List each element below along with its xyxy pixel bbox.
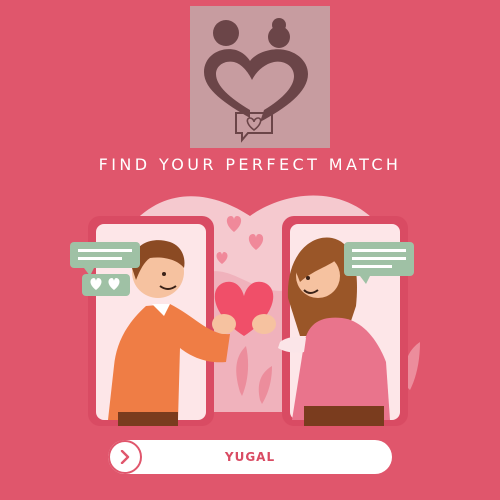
- couple-illustration: [70, 195, 420, 426]
- chevron-right-icon[interactable]: [108, 440, 142, 474]
- app-logo: [190, 6, 330, 148]
- logo-graphic: [204, 18, 308, 143]
- person-icon: [268, 18, 290, 48]
- chat-hearts-bubble-icon: [82, 274, 130, 296]
- yugal-button-label[interactable]: YUGAL: [108, 440, 392, 474]
- heart-icon: [204, 49, 308, 122]
- page-title: FIND YOUR PERFECT MATCH: [98, 155, 402, 174]
- person-icon: [213, 20, 239, 46]
- app-screen: FIND YOUR PERFECT MATCH YUGAL: [0, 0, 500, 500]
